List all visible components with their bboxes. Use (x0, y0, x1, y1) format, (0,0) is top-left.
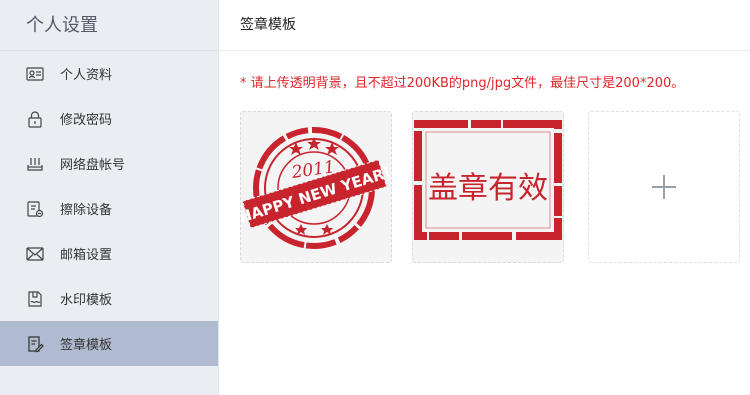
sidebar-item-label: 修改密码 (60, 113, 113, 128)
sidebar-item-mail-settings[interactable]: 邮箱设置 (0, 231, 218, 276)
watermark-icon (25, 289, 45, 309)
sidebar-item-change-password[interactable]: 修改密码 (0, 96, 218, 141)
sidebar-item-network-drive[interactable]: 网络盘帐号 (0, 141, 218, 186)
sidebar-item-profile[interactable]: 个人资料 (0, 51, 218, 96)
round-seal-image: 2011 HAPPY NEW YEAR! (241, 112, 391, 262)
id-card-icon (25, 64, 45, 84)
sidebar-title: 个人设置 (0, 0, 218, 51)
sidebar-item-label: 签章模板 (60, 338, 113, 353)
stamp-card-rect-seal[interactable]: 盖章有效 (412, 111, 564, 263)
seal-text: 盖章有效 (428, 171, 548, 206)
sidebar-item-label: 水印模板 (60, 293, 113, 308)
main-content: 签章模板 * 请上传透明背景，且不超过200KB的png/jpg文件，最佳尺寸是… (220, 0, 750, 395)
sidebar: 个人设置 个人资料 修改密码 网络盘帐号 擦除设备 邮箱设置 水印模板 签章模板 (0, 0, 219, 395)
stamp-template-icon (25, 334, 45, 354)
network-drive-icon (25, 154, 45, 174)
lock-icon (25, 109, 45, 129)
sidebar-item-label: 擦除设备 (60, 203, 113, 218)
sidebar-item-label: 邮箱设置 (60, 248, 113, 263)
mail-icon (25, 244, 45, 264)
sidebar-nav: 个人资料 修改密码 网络盘帐号 擦除设备 邮箱设置 水印模板 签章模板 (0, 51, 218, 366)
sidebar-item-label: 个人资料 (60, 68, 113, 83)
stamp-card-round-seal[interactable]: 2011 HAPPY NEW YEAR! (240, 111, 392, 263)
erase-device-icon (25, 199, 45, 219)
upload-notice: * 请上传透明背景，且不超过200KB的png/jpg文件，最佳尺寸是200*2… (240, 76, 685, 91)
page-title: 签章模板 (220, 0, 750, 51)
sidebar-item-stamp-template[interactable]: 签章模板 (0, 321, 218, 366)
sidebar-item-erase-device[interactable]: 擦除设备 (0, 186, 218, 231)
sidebar-item-watermark-template[interactable]: 水印模板 (0, 276, 218, 321)
add-stamp-button[interactable] (588, 111, 740, 263)
sidebar-item-label: 网络盘帐号 (60, 158, 126, 173)
rect-seal-image: 盖章有效 (413, 112, 563, 262)
plus-icon (652, 175, 676, 199)
